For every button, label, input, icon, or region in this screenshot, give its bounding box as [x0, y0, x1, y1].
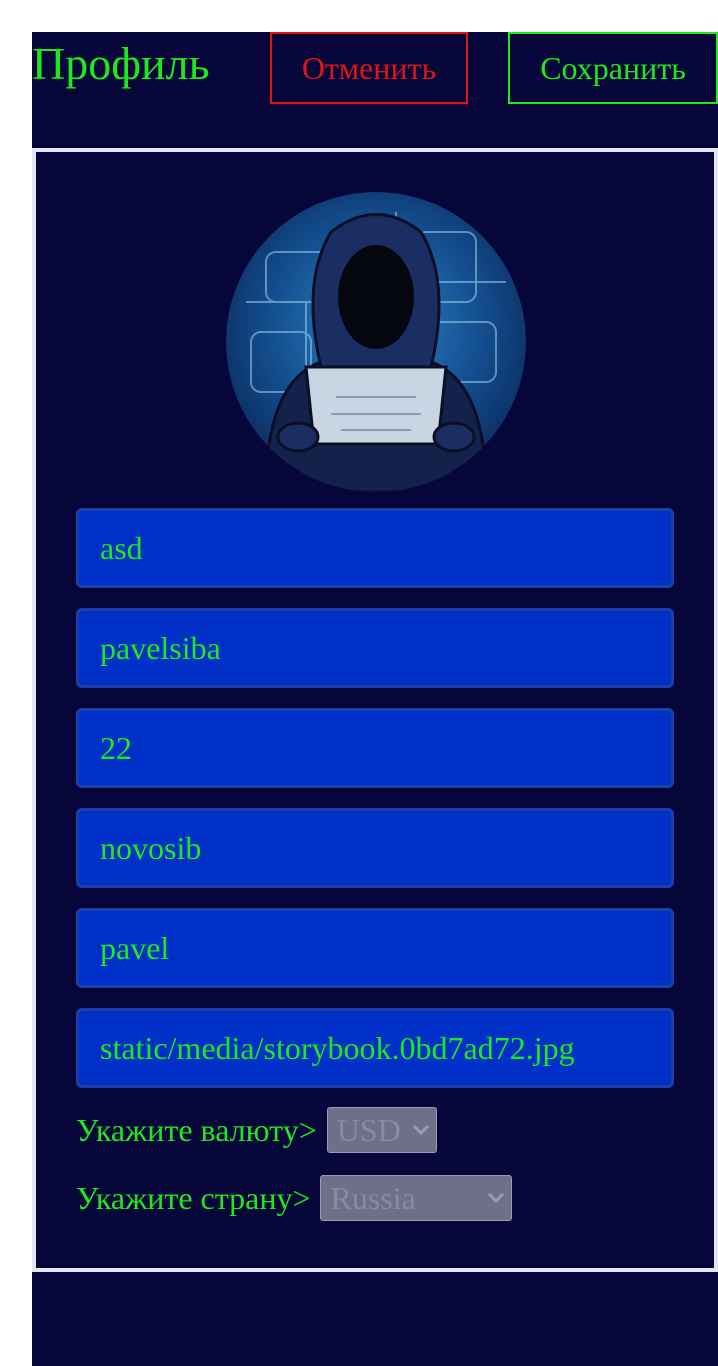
- chevron-down-icon: [488, 1192, 505, 1204]
- page-title: Профиль: [32, 38, 210, 89]
- profile-field-1[interactable]: [76, 508, 674, 588]
- currency-value: USD: [336, 1111, 401, 1148]
- profile-card: Укажите валюту> USD Укажите страну> Russ…: [32, 148, 718, 1272]
- save-button[interactable]: Сохранить: [508, 32, 718, 104]
- profile-screen: Профиль Отменить Сохранить asd pavelsiba…: [32, 32, 718, 1366]
- country-value: Russia: [330, 1179, 416, 1216]
- chevron-down-icon: [412, 1124, 429, 1136]
- currency-label: Укажите валюту>: [76, 1111, 317, 1148]
- profile-field-6[interactable]: [76, 1008, 674, 1088]
- avatar[interactable]: [226, 192, 526, 492]
- cancel-button[interactable]: Отменить: [270, 32, 468, 104]
- profile-field-4[interactable]: [76, 808, 674, 888]
- profile-field-2[interactable]: [76, 608, 674, 688]
- currency-select[interactable]: USD: [326, 1107, 437, 1153]
- currency-row: Укажите валюту> USD: [76, 1106, 437, 1154]
- country-select[interactable]: Russia: [320, 1175, 513, 1221]
- country-label: Укажите страну>: [76, 1179, 311, 1216]
- profile-field-3[interactable]: [76, 708, 674, 788]
- country-row: Укажите страну> Russia: [76, 1174, 513, 1222]
- profile-field-5[interactable]: [76, 908, 674, 988]
- hacker-avatar-image: [226, 192, 526, 492]
